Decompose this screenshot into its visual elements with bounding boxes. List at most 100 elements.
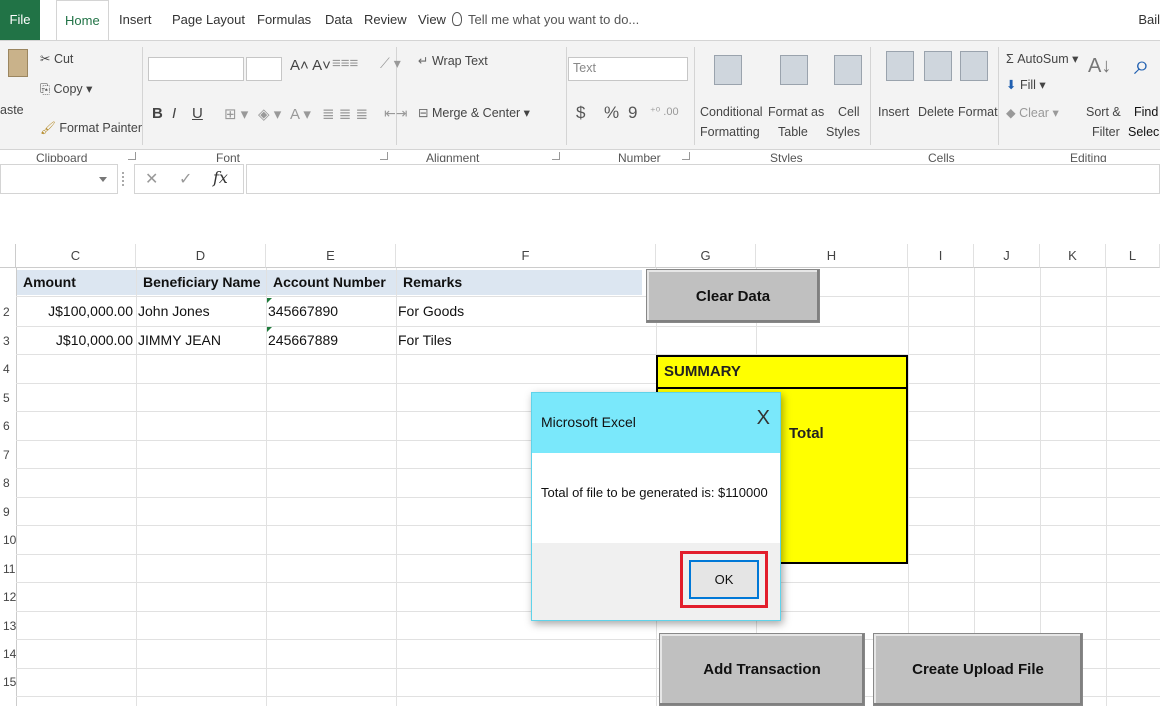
font-color-icon[interactable]: A ▾ — [290, 105, 311, 123]
cell-remarks[interactable]: For Tiles — [398, 328, 648, 353]
decimal-icon[interactable]: ⁺⁰ .00 — [650, 105, 679, 118]
table-label[interactable]: Table — [778, 125, 808, 139]
number-launcher-icon[interactable] — [682, 152, 690, 160]
cancel-icon[interactable]: ✕ — [145, 169, 158, 189]
formula-input[interactable] — [246, 164, 1160, 194]
column-header-l[interactable]: L — [1106, 244, 1160, 268]
wrap-text-button[interactable]: ↵ Wrap Text — [418, 53, 488, 68]
header-remarks[interactable]: Remarks — [397, 270, 642, 295]
add-transaction-button[interactable]: Add Transaction — [659, 633, 865, 706]
tab-review[interactable]: Review — [364, 0, 407, 40]
cell-remarks[interactable]: For Goods — [398, 299, 648, 324]
sort-filter-icon[interactable]: A↓ — [1088, 55, 1111, 78]
conditional-formatting-label[interactable]: Conditional — [700, 105, 763, 119]
borders-icon[interactable]: ⊞ ▾ — [224, 105, 248, 123]
merge-center-button[interactable]: ⊟ Merge & Center ▾ — [418, 105, 530, 120]
filter-label[interactable]: Filter — [1092, 125, 1120, 139]
format-cells-icon[interactable] — [960, 51, 988, 81]
row-header[interactable]: 9 — [0, 505, 16, 519]
percent-button[interactable]: % — [604, 103, 619, 123]
column-header-i[interactable]: I — [908, 244, 974, 268]
header-account-number[interactable]: Account Number — [267, 270, 396, 295]
cut-button[interactable]: ✂ Cut — [40, 51, 73, 66]
header-amount[interactable]: Amount — [17, 270, 136, 295]
tab-file[interactable]: File — [0, 0, 40, 40]
chevron-down-icon[interactable] — [99, 177, 107, 182]
select-all-corner[interactable] — [0, 244, 16, 268]
format-as-table-icon[interactable] — [780, 55, 808, 85]
font-size-grow-icon[interactable]: A˄ A˅ — [290, 57, 331, 74]
underline-button[interactable]: U — [192, 105, 203, 122]
fill-color-icon[interactable]: ◈ ▾ — [258, 105, 281, 123]
header-beneficiary[interactable]: Beneficiary Name — [137, 270, 266, 295]
alignment-launcher-icon[interactable] — [552, 152, 560, 160]
find-icon[interactable]: ⌕ — [1134, 49, 1150, 82]
tab-home[interactable]: Home — [56, 0, 109, 40]
row-header[interactable]: 2 — [0, 305, 16, 319]
close-icon[interactable]: X — [757, 407, 770, 430]
format-cells-button[interactable]: Format — [958, 105, 998, 119]
comma-button[interactable]: 9 — [628, 103, 637, 123]
delete-cells-icon[interactable] — [924, 51, 952, 81]
row-header[interactable]: 8 — [0, 476, 16, 490]
row-header[interactable]: 15 — [0, 675, 16, 689]
cell-beneficiary[interactable]: JIMMY JEAN — [138, 328, 266, 353]
format-as-label[interactable]: Format as — [768, 105, 824, 119]
font-launcher-icon[interactable] — [380, 152, 388, 160]
cell-styles-icon[interactable] — [834, 55, 862, 85]
tell-me-box[interactable]: Tell me what you want to do... — [452, 0, 639, 40]
currency-button[interactable]: $ — [576, 103, 585, 123]
align-center-icon[interactable]: ≣ ≣ ≣ — [322, 105, 368, 123]
name-box[interactable] — [0, 164, 118, 194]
tab-page-layout[interactable]: Page Layout — [172, 0, 245, 40]
bold-button[interactable]: B — [152, 105, 163, 122]
font-size-select[interactable] — [246, 57, 282, 81]
cell-beneficiary[interactable]: John Jones — [138, 299, 266, 324]
clipboard-launcher-icon[interactable] — [128, 152, 136, 160]
column-header-c[interactable]: C — [16, 244, 136, 268]
row-header[interactable]: 10 — [0, 533, 16, 547]
column-header-h[interactable]: H — [756, 244, 908, 268]
font-name-select[interactable] — [148, 57, 244, 81]
ok-button[interactable]: OK — [689, 560, 759, 599]
cell-label[interactable]: Cell — [838, 105, 860, 119]
find-label[interactable]: Find — [1134, 105, 1158, 119]
function-icon[interactable]: fx — [213, 168, 228, 187]
tab-insert[interactable]: Insert — [119, 0, 152, 40]
formatting-label[interactable]: Formatting — [700, 125, 760, 139]
row-header[interactable]: 12 — [0, 590, 16, 604]
row-header[interactable]: 11 — [0, 562, 16, 576]
dialog-title-bar[interactable]: Microsoft Excel X — [532, 393, 780, 453]
italic-button[interactable]: I — [172, 105, 176, 122]
autosum-button[interactable]: Σ AutoSum ▾ — [1006, 51, 1078, 66]
number-format-select[interactable]: Text — [568, 57, 688, 81]
row-header[interactable]: 5 — [0, 391, 16, 405]
indent-icon[interactable]: ⇤⇥ — [384, 105, 407, 122]
cell-styles-label[interactable]: Styles — [826, 125, 860, 139]
column-header-g[interactable]: G — [656, 244, 756, 268]
row-header[interactable]: 3 — [0, 334, 16, 348]
user-name[interactable]: Bail — [1138, 0, 1160, 40]
formula-bar-grip[interactable] — [122, 172, 126, 186]
enter-icon[interactable]: ✓ — [179, 169, 192, 189]
align-top-icon[interactable]: ≡≡≡ — [332, 55, 358, 72]
clear-data-button[interactable]: Clear Data — [646, 269, 820, 323]
row-header[interactable]: 7 — [0, 448, 16, 462]
copy-button[interactable]: ⎘ Copy ▾ — [40, 81, 92, 97]
cell-account-number[interactable]: 345667890 — [268, 299, 396, 324]
cell-amount[interactable]: J$100,000.00 — [17, 299, 133, 324]
clear-button[interactable]: ◆ Clear ▾ — [1006, 105, 1059, 120]
delete-cells-button[interactable]: Delete — [918, 105, 954, 119]
column-header-j[interactable]: J — [974, 244, 1040, 268]
format-painter-button[interactable]: 🖌 Format Painter — [40, 121, 142, 136]
insert-cells-button[interactable]: Insert — [878, 105, 909, 119]
column-header-k[interactable]: K — [1040, 244, 1106, 268]
row-header[interactable]: 4 — [0, 362, 16, 376]
sort-label[interactable]: Sort & — [1086, 105, 1121, 119]
tab-view[interactable]: View — [418, 0, 446, 40]
tab-data[interactable]: Data — [325, 0, 352, 40]
row-header[interactable]: 14 — [0, 647, 16, 661]
orientation-icon[interactable]: ⟋ ▾ — [380, 55, 401, 72]
cell-account-number[interactable]: 245667889 — [268, 328, 396, 353]
row-header[interactable]: 6 — [0, 419, 16, 433]
